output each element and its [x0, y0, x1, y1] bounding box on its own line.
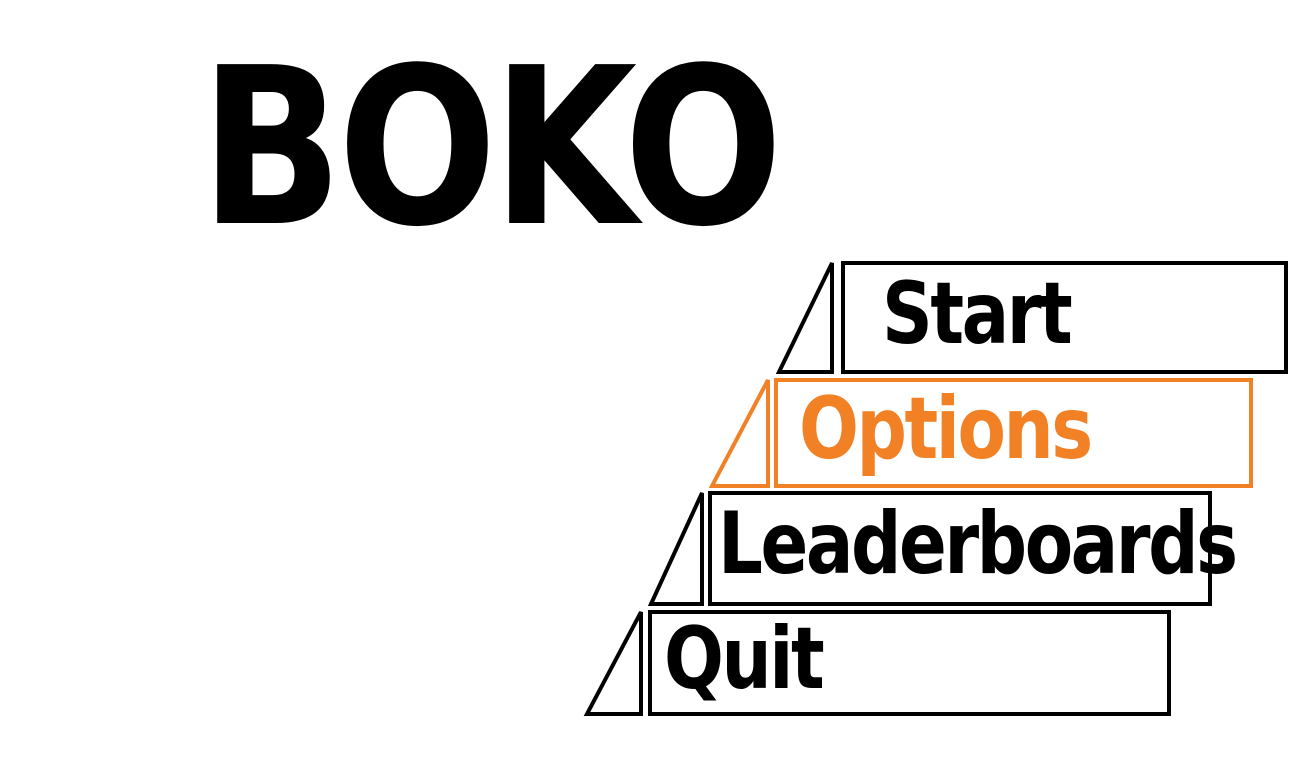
menu-tab-triangle — [775, 262, 834, 374]
menu-item-label: Quit — [664, 609, 825, 709]
menu-item-options[interactable]: Options — [708, 378, 1253, 488]
menu-tab-triangle — [647, 492, 704, 606]
menu-item-label: Options — [799, 379, 1093, 479]
menu-item-leaderboards[interactable]: Leaderboards — [647, 491, 1238, 606]
game-title: BOKO — [200, 22, 783, 275]
menu-tab-triangle — [708, 379, 770, 488]
menu-item-quit[interactable]: Quit — [583, 609, 1171, 716]
menu-item-label: Leaderboards — [718, 494, 1238, 594]
menu-item-label: Start — [882, 264, 1073, 364]
menu-item-start[interactable]: Start — [775, 261, 1288, 374]
menu-tab-triangle — [583, 611, 643, 716]
